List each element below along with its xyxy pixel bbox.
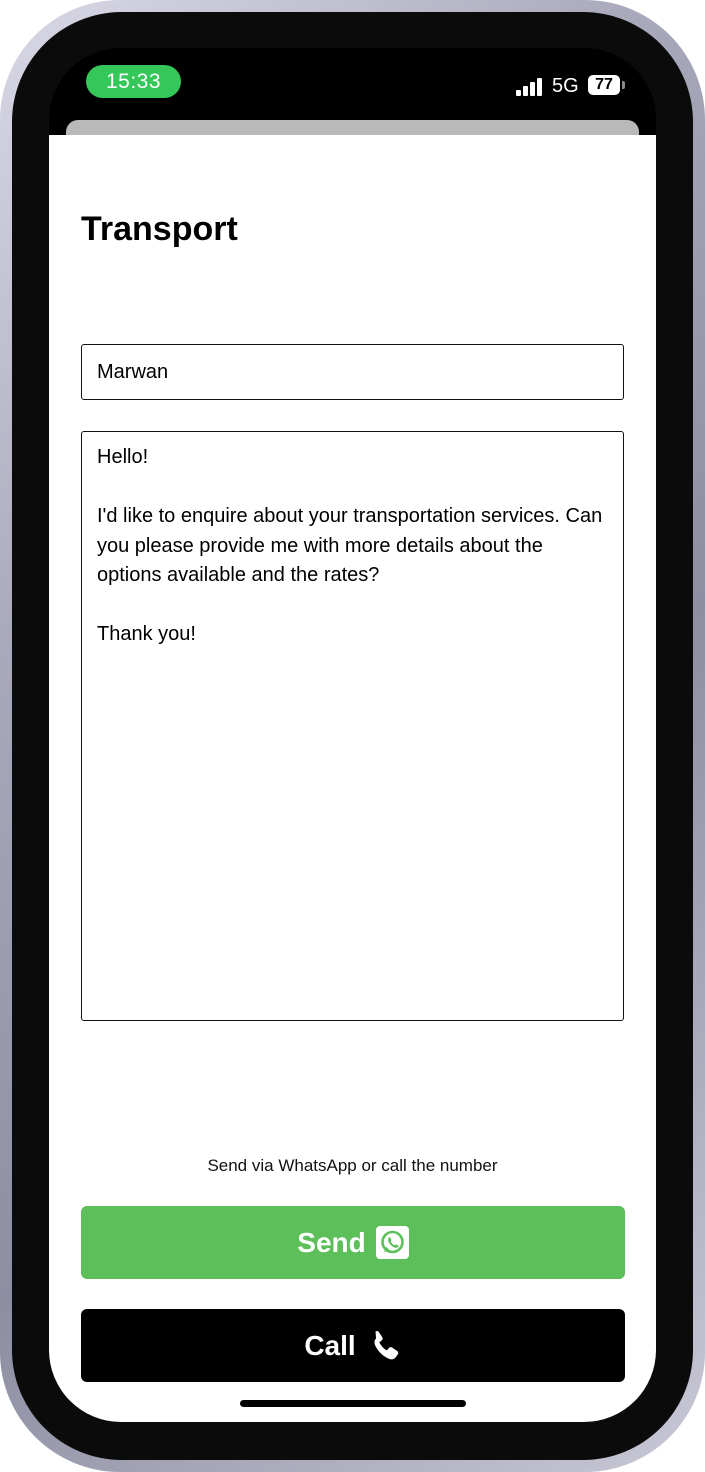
name-field[interactable]	[81, 344, 624, 400]
send-button-label: Send	[297, 1226, 366, 1258]
whatsapp-icon	[375, 1226, 409, 1259]
call-button-label: Call	[304, 1329, 356, 1361]
send-button[interactable]: Send	[81, 1206, 625, 1279]
signal-icon	[516, 78, 544, 96]
status-bar: 15:33 5G 77	[49, 48, 656, 128]
form-sheet: Transport Hello! I'd like to enquire abo…	[49, 135, 656, 1422]
status-time: 15:33	[86, 65, 181, 98]
home-indicator[interactable]	[240, 1400, 466, 1407]
message-textarea[interactable]: Hello! I'd like to enquire about your tr…	[82, 432, 623, 1020]
page-title: Transport	[81, 210, 238, 248]
call-button[interactable]: Call	[81, 1309, 625, 1382]
phone-icon	[366, 1328, 402, 1364]
battery-icon: 77	[588, 75, 620, 95]
network-type: 5G	[552, 75, 579, 97]
hint-text: Send via WhatsApp or call the number	[207, 1156, 498, 1175]
screen: 15:33 5G 77 Transport Hello! I'd like to…	[49, 48, 656, 1422]
message-field[interactable]: Hello! I'd like to enquire about your tr…	[81, 431, 624, 1021]
name-input[interactable]	[82, 345, 623, 399]
battery-tip	[622, 81, 625, 89]
